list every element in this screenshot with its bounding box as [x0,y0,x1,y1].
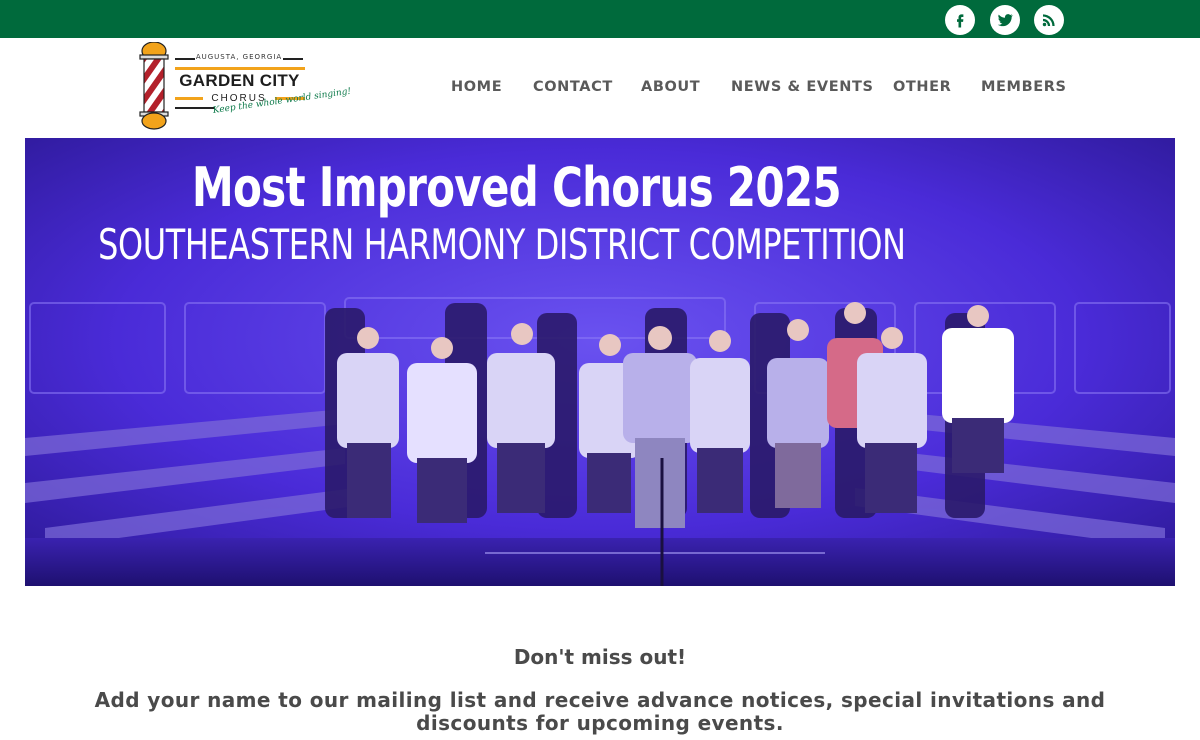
logo-rule [175,67,305,70]
site-logo[interactable]: AUGUSTA, GEORGIA GARDEN CITY CHORUS Keep… [137,42,352,132]
cta-text: Add your name to our mailing list and re… [94,688,1106,735]
logo-rule [283,58,303,60]
top-bar [0,0,1200,38]
nav-members[interactable]: MEMBERS [981,79,1067,99]
facebook-icon[interactable] [945,5,975,35]
nav-about[interactable]: ABOUT [641,79,700,99]
barber-pole-icon [139,42,169,130]
logo-rule [175,107,215,109]
cta-heading: Don't miss out! [513,645,687,669]
nav-contact[interactable]: CONTACT [533,79,613,99]
logo-rule [175,97,203,100]
hero-subtitle: SOUTHEASTERN HARMONY DISTRICT COMPETITIO… [98,220,906,269]
nav-home[interactable]: HOME [451,79,502,99]
hero-banner: Most Improved Chorus 2025 SOUTHEASTERN H… [25,138,1175,586]
twitter-icon[interactable] [990,5,1020,35]
nav-other[interactable]: OTHER [893,79,951,99]
nav-news-events[interactable]: NEWS & EVENTS [731,79,874,99]
logo-title: GARDEN CITY [179,71,300,90]
hero-title: Most Improved Chorus 2025 [191,156,842,219]
rss-icon[interactable] [1034,5,1064,35]
